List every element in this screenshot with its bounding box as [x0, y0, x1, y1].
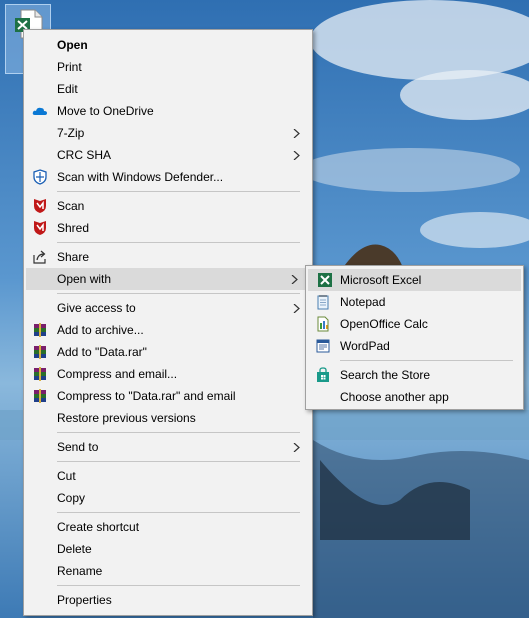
menu-item-shred[interactable]: Shred	[24, 217, 312, 239]
menu-item-open-with[interactable]: Open with	[26, 268, 310, 290]
context-menu: Open Print Edit Move to OneDrive 7-Zip C…	[23, 29, 313, 616]
submenu-item-openoffice-calc[interactable]: OpenOffice Calc	[306, 313, 523, 335]
menu-item-cut[interactable]: Cut	[24, 465, 312, 487]
windows-defender-shield-icon	[32, 169, 48, 185]
menu-item-restore-previous-versions[interactable]: Restore previous versions	[24, 407, 312, 429]
menu-item-label: 7-Zip	[57, 126, 85, 140]
menu-item-label: Open	[57, 38, 88, 52]
menu-item-label: Add to archive...	[57, 323, 144, 337]
submenu-item-label: Search the Store	[340, 368, 431, 382]
menu-separator	[24, 429, 312, 436]
menu-item-label: Move to OneDrive	[57, 104, 154, 118]
submenu-separator	[306, 357, 523, 364]
menu-item-properties[interactable]: Properties	[24, 589, 312, 611]
submenu-item-label: WordPad	[340, 339, 390, 353]
menu-item-compress-to-data-rar-and-email[interactable]: Compress to "Data.rar" and email	[24, 385, 312, 407]
menu-item-label: Add to "Data.rar"	[57, 345, 147, 359]
mcafee-shield-icon	[32, 220, 48, 236]
submenu-item-wordpad[interactable]: WordPad	[306, 335, 523, 357]
store-bag-icon	[315, 367, 331, 383]
menu-item-label: Compress and email...	[57, 367, 178, 381]
menu-item-label: Properties	[57, 593, 112, 607]
submenu-item-label: OpenOffice Calc	[340, 317, 428, 331]
menu-item-label: Rename	[57, 564, 103, 578]
menu-item-label: CRC SHA	[57, 148, 112, 162]
menu-item-edit[interactable]: Edit	[24, 78, 312, 100]
menu-item-label: Open with	[57, 272, 112, 286]
chevron-right-icon	[293, 151, 300, 160]
winrar-books-icon	[32, 366, 48, 382]
menu-item-label: Restore previous versions	[57, 411, 196, 425]
winrar-books-icon	[32, 322, 48, 338]
menu-item-label: Send to	[57, 440, 99, 454]
submenu-item-label: Notepad	[340, 295, 386, 309]
open-with-submenu: Microsoft Excel Notepad OpenOffice Calc …	[305, 265, 524, 410]
share-icon	[32, 249, 48, 265]
chevron-right-icon	[293, 304, 300, 313]
menu-item-label: Share	[57, 250, 90, 264]
menu-item-crc-sha[interactable]: CRC SHA	[24, 144, 312, 166]
menu-item-label: Give access to	[57, 301, 136, 315]
menu-item-send-to[interactable]: Send to	[24, 436, 312, 458]
menu-item-open[interactable]: Open	[24, 34, 312, 56]
menu-item-label: Scan	[57, 199, 85, 213]
openoffice-calc-icon	[315, 316, 331, 332]
menu-item-7zip[interactable]: 7-Zip	[24, 122, 312, 144]
mcafee-shield-icon	[32, 198, 48, 214]
menu-item-delete[interactable]: Delete	[24, 538, 312, 560]
winrar-books-icon	[32, 388, 48, 404]
chevron-right-icon	[291, 275, 298, 284]
submenu-item-choose-another-app[interactable]: Choose another app	[306, 386, 523, 408]
menu-item-label: Print	[57, 60, 82, 74]
menu-item-add-to-data-rar[interactable]: Add to "Data.rar"	[24, 341, 312, 363]
menu-item-label: Compress to "Data.rar" and email	[57, 389, 236, 403]
menu-separator	[24, 458, 312, 465]
submenu-item-search-the-store[interactable]: Search the Store	[306, 364, 523, 386]
menu-item-label: Copy	[57, 491, 86, 505]
menu-item-print[interactable]: Print	[24, 56, 312, 78]
notepad-icon	[315, 294, 331, 310]
menu-item-label: Cut	[57, 469, 76, 483]
menu-item-label: Create shortcut	[57, 520, 140, 534]
chevron-right-icon	[293, 443, 300, 452]
menu-item-label: Delete	[57, 542, 92, 556]
menu-item-compress-and-email[interactable]: Compress and email...	[24, 363, 312, 385]
menu-item-create-shortcut[interactable]: Create shortcut	[24, 516, 312, 538]
submenu-item-label: Microsoft Excel	[340, 273, 422, 287]
onedrive-cloud-icon	[32, 103, 48, 119]
menu-item-give-access-to[interactable]: Give access to	[24, 297, 312, 319]
menu-separator	[24, 290, 312, 297]
menu-separator	[24, 188, 312, 195]
menu-item-copy[interactable]: Copy	[24, 487, 312, 509]
excel-icon	[317, 272, 333, 288]
menu-item-rename[interactable]: Rename	[24, 560, 312, 582]
winrar-books-icon	[32, 344, 48, 360]
menu-item-scan[interactable]: Scan	[24, 195, 312, 217]
chevron-right-icon	[293, 129, 300, 138]
menu-item-share[interactable]: Share	[24, 246, 312, 268]
menu-item-label: Shred	[57, 221, 90, 235]
submenu-item-label: Choose another app	[340, 390, 449, 404]
menu-item-label: Scan with Windows Defender...	[57, 170, 224, 184]
submenu-item-microsoft-excel[interactable]: Microsoft Excel	[308, 269, 521, 291]
submenu-item-notepad[interactable]: Notepad	[306, 291, 523, 313]
menu-separator	[24, 509, 312, 516]
wordpad-icon	[315, 338, 331, 354]
menu-separator	[24, 582, 312, 589]
menu-item-label: Edit	[57, 82, 78, 96]
menu-item-add-to-archive[interactable]: Add to archive...	[24, 319, 312, 341]
menu-item-scan-windows-defender[interactable]: Scan with Windows Defender...	[24, 166, 312, 188]
menu-separator	[24, 239, 312, 246]
menu-item-move-to-onedrive[interactable]: Move to OneDrive	[24, 100, 312, 122]
